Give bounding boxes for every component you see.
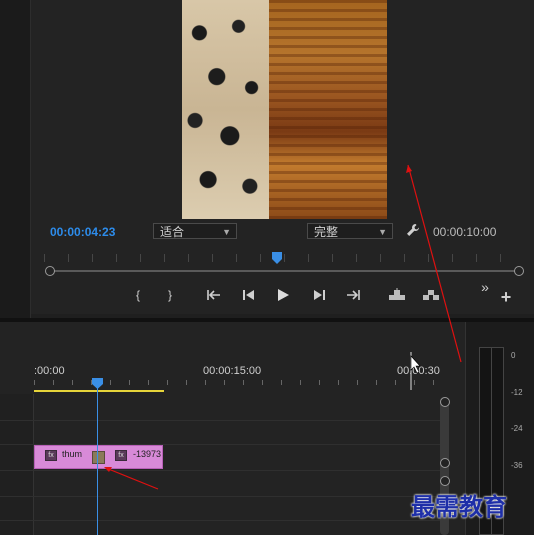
step-back-icon xyxy=(243,290,254,300)
track-headers xyxy=(0,394,34,535)
meter-label: -36 xyxy=(511,461,523,470)
mark-out-button[interactable]: } xyxy=(160,286,180,304)
chevron-down-icon: ▼ xyxy=(378,227,387,237)
play-button[interactable] xyxy=(273,286,293,304)
fit-dropdown[interactable]: 适合 ▼ xyxy=(153,223,237,239)
timeline-playhead-line[interactable] xyxy=(97,388,98,535)
lift-icon xyxy=(389,288,405,300)
work-area-bar[interactable] xyxy=(34,390,164,392)
mark-in-button[interactable]: { xyxy=(128,286,148,304)
go-to-in-icon xyxy=(207,290,220,300)
meter-label: -12 xyxy=(511,388,523,397)
ruler-label: 00:00:15:00 xyxy=(203,365,262,377)
scrollbar-top-handle[interactable] xyxy=(440,397,450,407)
track-divider xyxy=(0,420,440,421)
scrollbar-handle[interactable] xyxy=(440,476,450,486)
go-to-out-button[interactable] xyxy=(343,286,363,304)
scrubber-end-handle[interactable] xyxy=(514,266,524,276)
quality-dropdown-value: 完整 xyxy=(314,225,339,239)
current-timecode[interactable]: 00:00:04:23 xyxy=(50,225,115,239)
clip-name-second: -13973 xyxy=(133,449,162,459)
lift-button[interactable] xyxy=(387,286,407,304)
timeline-panel xyxy=(0,322,465,535)
go-to-out-icon xyxy=(347,290,360,300)
fx-badge-icon: fx xyxy=(115,450,127,461)
scrubber-start-handle[interactable] xyxy=(45,266,55,276)
ruler-label: :00:00 xyxy=(34,365,65,377)
track-divider xyxy=(0,496,440,497)
wrench-icon[interactable] xyxy=(406,223,420,237)
watermark: 最需教育 xyxy=(411,492,507,521)
timeline-playhead[interactable] xyxy=(92,378,103,389)
monitor-playhead[interactable] xyxy=(272,252,282,264)
step-forward-icon xyxy=(314,290,325,300)
track-divider xyxy=(0,470,440,471)
scrubber-ticks xyxy=(44,254,520,262)
extract-button[interactable] xyxy=(421,286,441,304)
quality-dropdown[interactable]: 完整 ▼ xyxy=(307,223,393,239)
video-preview[interactable] xyxy=(182,0,387,219)
video-leopard-half xyxy=(182,0,269,219)
fx-badge-icon: fx xyxy=(45,450,57,461)
meter-label: 0 xyxy=(511,351,516,360)
extract-icon xyxy=(423,290,439,300)
clip-name: thum xyxy=(62,449,83,459)
scrollbar-bottom-handle[interactable] xyxy=(440,458,450,468)
monitor-scrubber[interactable] xyxy=(50,270,519,272)
fit-dropdown-value: 适合 xyxy=(160,225,185,239)
play-icon xyxy=(278,289,289,301)
add-button-icon[interactable]: + xyxy=(497,287,515,307)
chevron-down-icon: ▼ xyxy=(222,227,231,237)
clip-edit-handle-icon[interactable] xyxy=(92,451,105,464)
more-controls-icon[interactable]: » xyxy=(478,279,492,295)
ruler-label: 00:00:30 xyxy=(397,365,440,377)
panel-left-strip xyxy=(0,0,31,318)
meter-label: -24 xyxy=(511,424,523,433)
video-cake-half xyxy=(269,0,387,219)
total-duration: 00:00:10:00 xyxy=(433,225,497,239)
go-to-in-button[interactable] xyxy=(204,286,224,304)
step-back-button[interactable] xyxy=(239,286,259,304)
track-divider xyxy=(0,520,440,521)
step-forward-button[interactable] xyxy=(309,286,329,304)
